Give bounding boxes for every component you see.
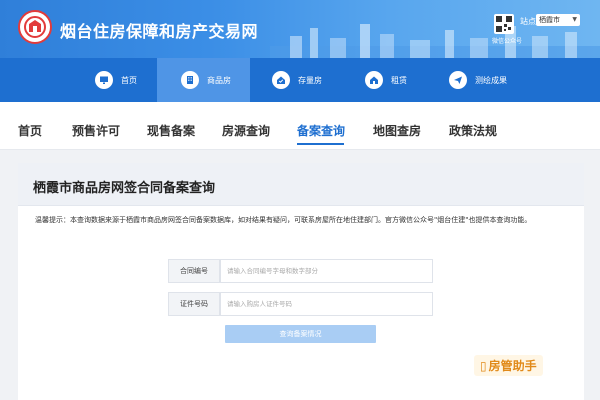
main-nav-label: 存量房 [298,75,322,85]
id-number-label: 证件号码 [168,292,220,316]
id-number-input[interactable]: 请输入购房人证件号码 [220,292,433,316]
tab-presale-permit[interactable]: 预售许可 [72,122,120,139]
notice-text: 温馨提示：本查询数据来源于栖霞市商品房网签合同备案数据库，如对结果有疑问，可联系… [35,216,532,224]
logo-emblem-icon [24,16,46,38]
main-nav-label: 测绘成果 [475,75,507,85]
building-icon [181,71,199,89]
site-title[interactable]: 烟台住房保障和房产交易网 [60,18,258,42]
header-banner: 烟台住房保障和房产交易网 微信公众号 站点: 栖霞市 ▼ [0,0,600,58]
main-nav-label: 商品房 [207,75,231,85]
send-icon [449,71,467,89]
main-nav-item-home[interactable]: 首页 [95,58,137,102]
main-nav-item-new-homes[interactable]: 商品房 [157,58,250,102]
active-tab-indicator [297,143,344,145]
house-icon [365,71,383,89]
house-check-icon [272,71,290,89]
station-value: 栖霞市 [539,16,560,24]
main-nav-label: 租赁 [391,75,407,85]
watermark-text: 房管助手 [488,359,537,373]
chevron-down-icon: ▼ [572,16,577,23]
contract-number-label: 合同编号 [168,259,220,283]
sub-nav: 首页 预售许可 现售备案 房源查询 备案查询 地图查房 政策法规 [0,102,600,150]
station-select[interactable]: 栖霞市 ▼ [536,14,580,26]
main-nav-label: 首页 [121,75,137,85]
main-nav: 首页 商品房 存量房 租赁 测绘成果 [0,58,600,102]
tab-listing-search[interactable]: 房源查询 [222,122,270,139]
qr-caption: 微信公众号 [492,38,523,45]
main-nav-item-survey[interactable]: 测绘成果 [449,58,507,102]
tab-filing-search[interactable]: 备案查询 [297,122,345,139]
main-nav-item-existing-homes[interactable]: 存量房 [272,58,322,102]
chat-bubble-icon: ▯ [480,359,487,373]
tab-home[interactable]: 首页 [18,122,42,139]
main-nav-item-rental[interactable]: 租赁 [365,58,407,102]
page-title: 栖霞市商品房网签合同备案查询 [33,181,216,196]
watermark: ▯ 房管助手 [474,355,543,376]
monitor-icon [95,71,113,89]
tab-sale-filing[interactable]: 现售备案 [147,122,195,139]
query-filing-button[interactable]: 查询备案情况 [225,325,376,343]
qr-code-icon [494,14,514,34]
tab-policies[interactable]: 政策法规 [449,122,497,139]
site-logo[interactable] [18,10,52,44]
tab-map-search[interactable]: 地图查房 [373,122,421,139]
contract-number-input[interactable]: 请输入合同编号字母和数字部分 [220,259,433,283]
